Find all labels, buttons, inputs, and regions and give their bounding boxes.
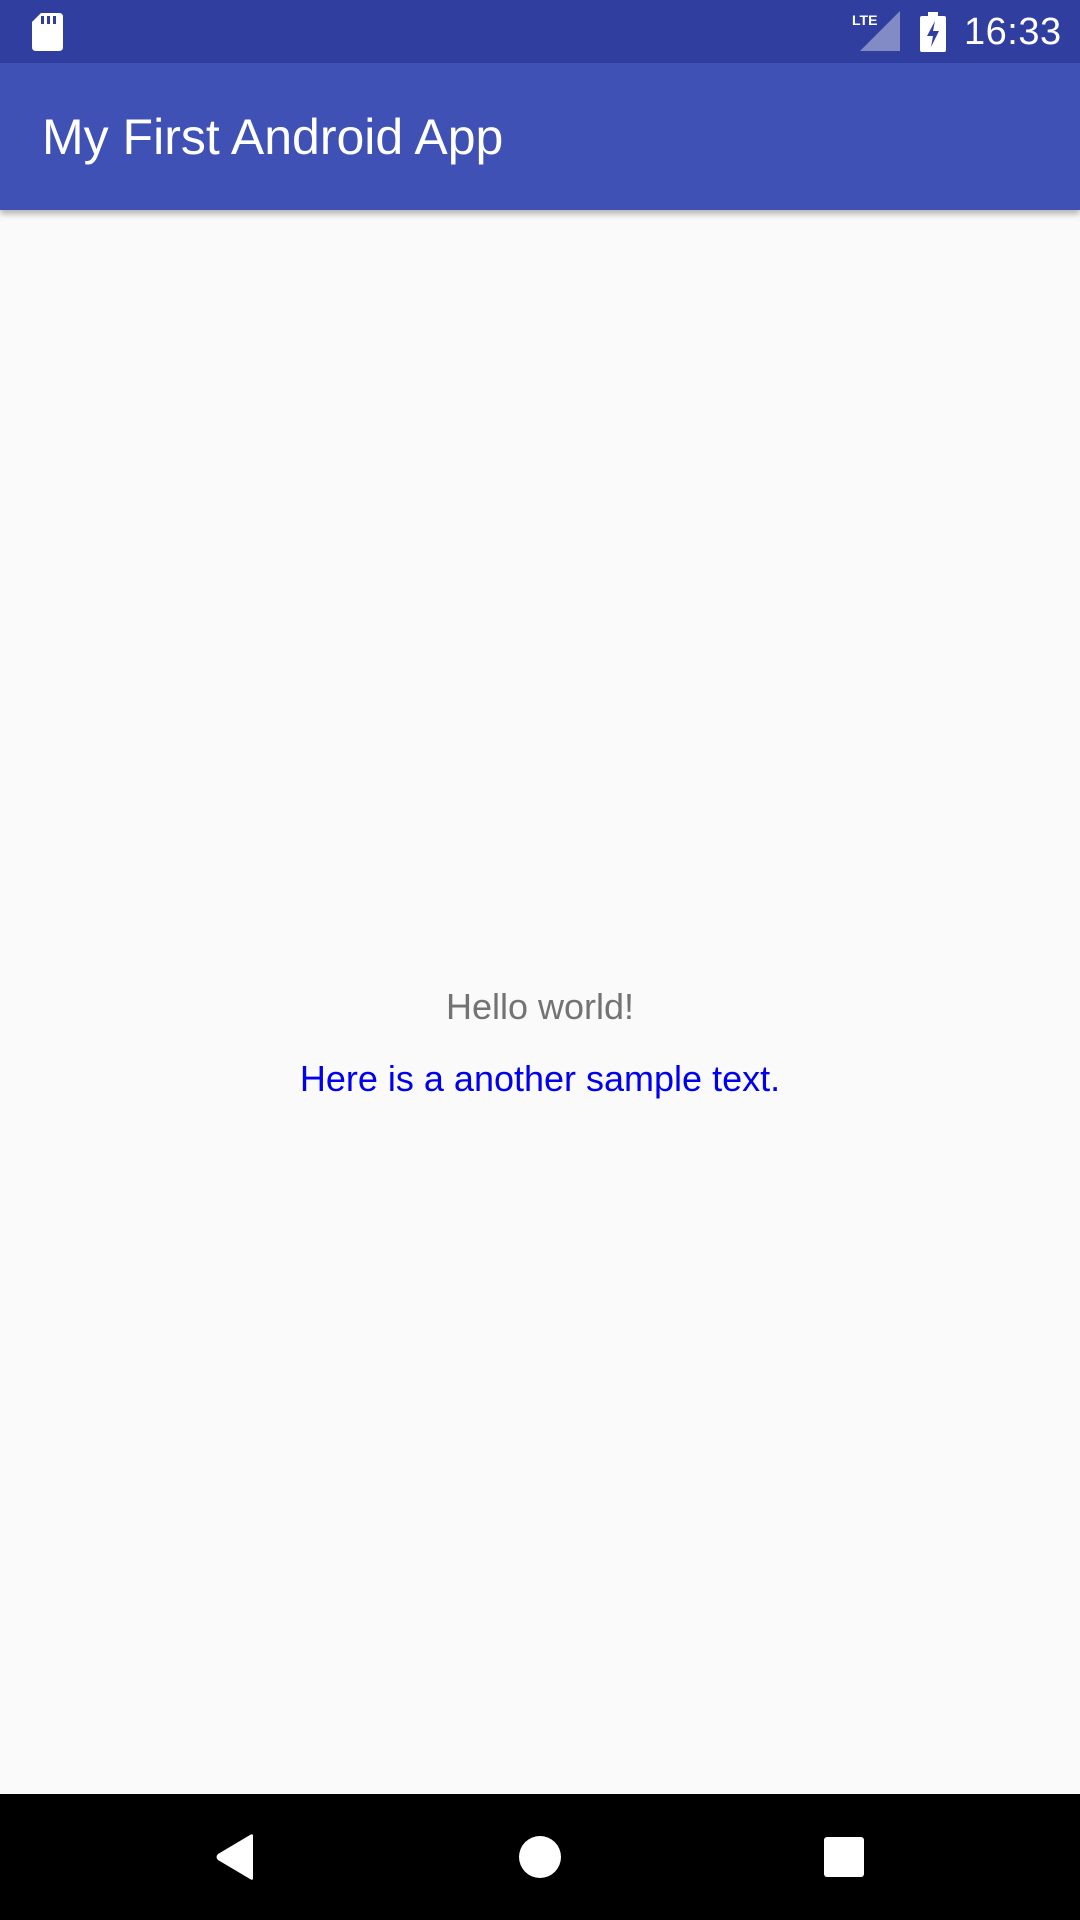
recents-icon <box>824 1837 864 1877</box>
main-content: Hello world! Here is a another sample te… <box>0 210 1080 1794</box>
app-bar: My First Android App <box>0 63 1080 210</box>
home-button[interactable] <box>495 1812 585 1902</box>
hello-world-text: Hello world! <box>445 986 635 1027</box>
home-icon <box>519 1836 561 1878</box>
status-time: 16:33 <box>964 11 1062 53</box>
android-screen: LTE 16:33 My First Android App Hello wor… <box>0 0 1080 1920</box>
sample-text: Here is a another sample text. <box>299 1058 781 1099</box>
app-title: My First Android App <box>42 109 504 165</box>
svg-text:LTE: LTE <box>852 12 877 28</box>
status-bar: LTE 16:33 <box>0 0 1080 63</box>
sd-card-icon <box>32 13 63 51</box>
recents-button[interactable] <box>799 1812 889 1902</box>
back-button[interactable] <box>190 1812 280 1902</box>
navigation-bar <box>0 1794 1080 1920</box>
back-icon <box>216 1834 253 1880</box>
battery-charging-icon <box>920 12 946 52</box>
lte-signal-icon: LTE <box>852 11 900 51</box>
